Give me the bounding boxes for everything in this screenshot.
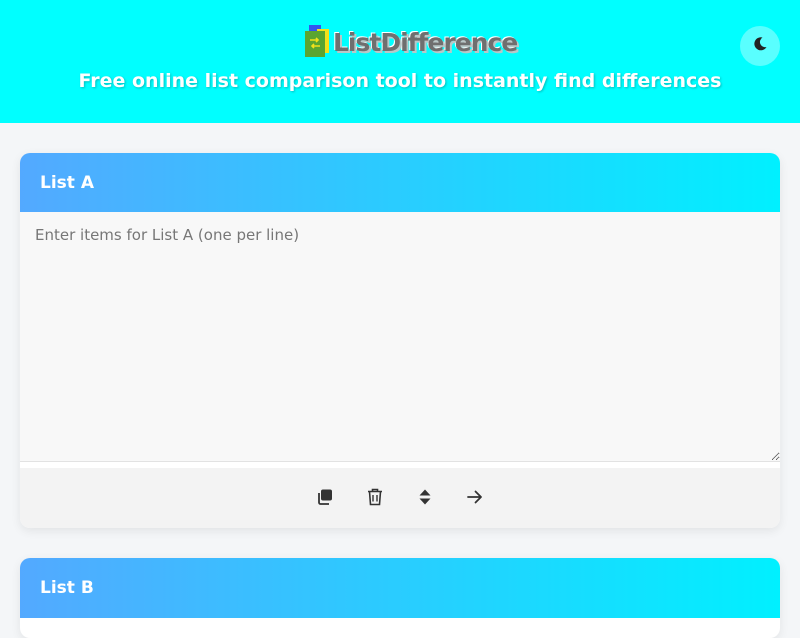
sort-button[interactable] [410,483,440,513]
list-a-title: List A [20,153,780,212]
theme-toggle-button[interactable] [740,26,780,66]
list-a-card: List A [20,153,780,528]
list-a-input[interactable] [20,212,780,462]
copy-button[interactable] [310,483,340,513]
logo-mark-icon [305,25,331,59]
site-header: ListDifference Free online list comparis… [0,0,800,123]
arrow-right-icon [467,490,483,507]
list-a-toolbar [20,468,780,528]
copy-icon [316,488,334,509]
clear-button[interactable] [360,483,390,513]
moon-icon [752,36,768,56]
move-right-button[interactable] [460,483,490,513]
list-b-card: List B [20,558,780,638]
logo[interactable]: ListDifference [305,24,518,60]
site-tagline: Free online list comparison tool to inst… [78,70,722,92]
logo-text: ListDifference [333,27,518,57]
sort-icon [419,489,431,508]
list-b-title: List B [20,558,780,618]
trash-icon [367,488,383,509]
